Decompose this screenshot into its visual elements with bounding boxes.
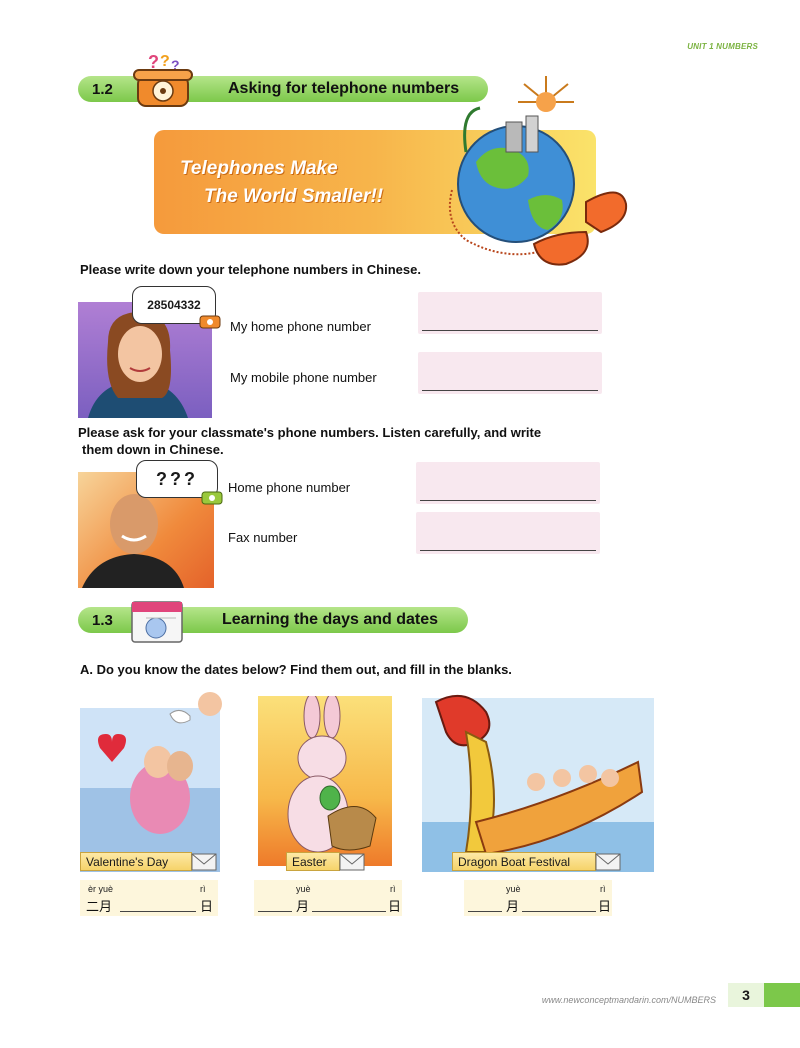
pinyin-day: rì xyxy=(200,884,206,894)
holiday-label-dragon-boat: Dragon Boat Festival xyxy=(452,852,596,871)
pinyin-month: yuè xyxy=(296,884,311,894)
page-number: 3 xyxy=(728,983,764,1007)
answer-line xyxy=(420,500,596,501)
hanzi-day: 日 xyxy=(598,900,612,915)
hanzi-month: 月 xyxy=(506,900,520,915)
date-fill-valentines[interactable]: èr yuè rì 二月 日 xyxy=(80,880,218,916)
date-fill-dragon-boat[interactable]: yuè rì 月 日 xyxy=(464,880,612,916)
envelope-icon xyxy=(191,853,217,871)
banner-line-2: The World Smaller!! xyxy=(204,186,384,207)
small-telephone-icon xyxy=(201,491,223,505)
answer-box-classmate-home[interactable] xyxy=(416,462,600,504)
telephone-icon: ? ? ? xyxy=(133,52,193,107)
label-classmate-home-phone: Home phone number xyxy=(228,480,351,495)
instruction-write-numbers: Please write down your telephone numbers… xyxy=(80,262,421,277)
pinyin-day: rì xyxy=(390,884,396,894)
svg-text:?: ? xyxy=(160,53,170,70)
valentines-day-illustration xyxy=(80,688,238,872)
label-fax-number: Fax number xyxy=(228,530,298,545)
answer-line xyxy=(258,911,292,912)
label-mobile-phone: My mobile phone number xyxy=(230,370,377,385)
answer-line xyxy=(420,550,596,551)
label-home-phone: My home phone number xyxy=(230,319,371,334)
calendar-icon xyxy=(131,601,183,643)
hanzi-month: 二月 xyxy=(86,900,113,915)
answer-line xyxy=(422,390,598,391)
section-title: Learning the days and dates xyxy=(222,611,439,628)
answer-line xyxy=(468,911,502,912)
banner-line-1: Telephones Make xyxy=(180,158,338,179)
answer-box-home-phone[interactable] xyxy=(418,292,602,334)
date-fill-easter[interactable]: yuè rì 月 日 xyxy=(254,880,402,916)
globe-telephone-illustration xyxy=(448,76,628,266)
footer-url: www.newconceptmandarin.com/NUMBERS xyxy=(541,995,716,1005)
hanzi-day: 日 xyxy=(200,900,214,915)
answer-box-mobile-phone[interactable] xyxy=(418,352,602,394)
answer-line xyxy=(522,911,596,912)
small-telephone-icon xyxy=(199,315,221,329)
answer-box-fax[interactable] xyxy=(416,512,600,554)
hanzi-day: 日 xyxy=(388,900,402,915)
answer-line xyxy=(120,911,196,912)
unit-header: UNIT 1 NUMBERS xyxy=(687,42,758,51)
holiday-label-valentines: Valentine's Day xyxy=(80,852,192,871)
pinyin-day: rì xyxy=(600,884,606,894)
answer-line xyxy=(312,911,386,912)
hanzi-month: 月 xyxy=(296,900,310,915)
envelope-icon xyxy=(339,853,365,871)
holiday-label-easter: Easter xyxy=(286,852,340,871)
instruction-ask-classmate-2: them down in Chinese. xyxy=(82,442,224,457)
section-title: Asking for telephone numbers xyxy=(228,80,460,97)
easter-illustration xyxy=(258,693,392,866)
instruction-find-dates: A. Do you know the dates below? Find the… xyxy=(80,662,512,677)
envelope-icon xyxy=(595,853,621,871)
pinyin-month: yuè xyxy=(506,884,521,894)
instruction-ask-classmate-1: Please ask for your classmate's phone nu… xyxy=(78,425,542,440)
pinyin-month: èr yuè xyxy=(88,884,114,894)
dragon-boat-illustration xyxy=(406,682,656,872)
answer-line xyxy=(422,330,598,331)
